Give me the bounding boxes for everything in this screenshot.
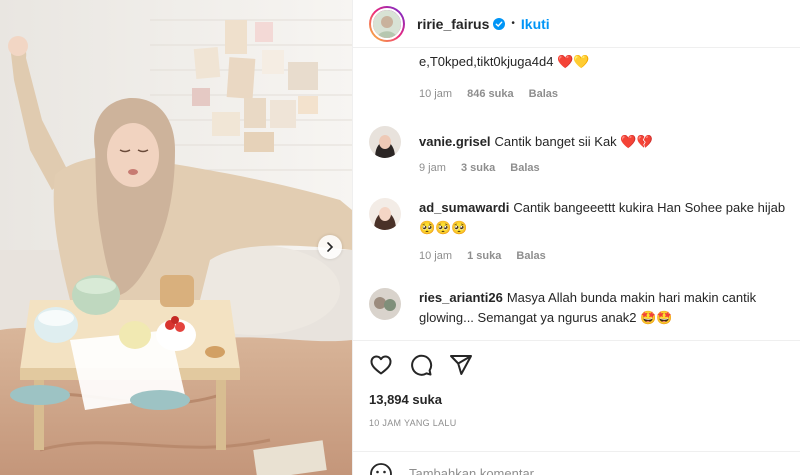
next-image-button[interactable] — [318, 235, 342, 259]
avatar-image — [369, 198, 401, 230]
comment-icon[interactable] — [409, 353, 433, 377]
post-detail-panel: ririe_fairus • Ikuti e,T0kped,tikt0kjuga… — [352, 0, 800, 475]
comment-meta: 10 jam 846 suka Balas — [419, 88, 570, 100]
comment-time[interactable]: 9 jam — [419, 162, 446, 174]
like-count[interactable]: 13,894 suka — [369, 392, 442, 407]
comment-username[interactable]: ad_sumawardi — [419, 200, 509, 215]
comment-item: ad_sumawardi Cantik bangeeettt kukira Han… — [369, 198, 789, 268]
smiley-icon[interactable] — [369, 462, 393, 475]
comment-content: Cantik banget sii Kak — [494, 134, 617, 149]
post-username[interactable]: ririe_fairus — [417, 16, 489, 32]
comment-likes[interactable]: 846 suka — [467, 88, 513, 100]
comment-avatar[interactable] — [369, 126, 401, 158]
avatar-image — [369, 126, 401, 158]
comment-content: Cantik bangeeettt kukira Han Sohee pake … — [513, 200, 786, 215]
comment-avatar[interactable] — [369, 288, 401, 320]
comment-text: ries_arianti26 Masya Allah bunda makin ha… — [419, 288, 789, 328]
follow-button[interactable]: Ikuti — [521, 16, 550, 32]
heart-icon[interactable] — [369, 353, 393, 377]
comment-emoji: 🤩🤩 — [640, 310, 673, 325]
comment-avatar[interactable] — [369, 198, 401, 230]
post-photo-illustration — [0, 0, 352, 475]
comment-text: e,T0kped,tikt0kjuga4d4 ❤️💛 — [419, 52, 789, 72]
comment-emoji: ❤️💔 — [620, 134, 653, 149]
verified-badge-icon — [493, 17, 506, 30]
reply-button[interactable]: Balas — [529, 88, 558, 100]
comment-input[interactable] — [409, 466, 729, 475]
send-icon[interactable] — [449, 353, 473, 377]
comment-time[interactable]: 10 jam — [419, 88, 452, 100]
reply-button[interactable]: Balas — [516, 250, 545, 262]
separator-dot: • — [511, 18, 515, 29]
comment-likes[interactable]: 3 suka — [461, 162, 495, 174]
comment-text: ad_sumawardi Cantik bangeeettt kukira Han… — [419, 198, 789, 238]
avatar-image — [373, 9, 401, 38]
chevron-right-icon — [327, 242, 334, 252]
comment-meta: 10 jam 1 suka Balas — [419, 250, 558, 262]
post-photo[interactable] — [0, 0, 352, 475]
post-header: ririe_fairus • Ikuti — [353, 0, 800, 48]
post-actions — [353, 340, 800, 388]
comment-username[interactable]: vanie.grisel — [419, 134, 491, 149]
comment-username[interactable]: ries_arianti26 — [419, 290, 503, 305]
comment-time[interactable]: 10 jam — [419, 250, 452, 262]
reply-button[interactable]: Balas — [510, 162, 539, 174]
comment-emoji: 🥺🥺🥺 — [419, 220, 468, 235]
comment-item: e,T0kped,tikt0kjuga4d4 ❤️💛 10 jam 846 su… — [369, 52, 789, 112]
comments-list[interactable]: e,T0kped,tikt0kjuga4d4 ❤️💛 10 jam 846 su… — [353, 48, 800, 338]
post-timestamp: 10 JAM YANG LALU — [369, 418, 457, 428]
comment-meta: 9 jam 3 suka Balas — [419, 162, 552, 174]
comment-likes[interactable]: 1 suka — [467, 250, 501, 262]
comment-content: e,T0kped,tikt0kjuga4d4 — [419, 54, 554, 69]
avatar-image — [369, 288, 401, 320]
avatar[interactable] — [369, 5, 405, 42]
comment-item: ries_arianti26 Masya Allah bunda makin ha… — [369, 288, 789, 338]
comment-text: vanie.grisel Cantik banget sii Kak ❤️💔 — [419, 132, 789, 152]
comment-item: vanie.grisel Cantik banget sii Kak ❤️💔 9 … — [369, 126, 789, 186]
comment-composer — [353, 451, 800, 475]
comment-emoji: ❤️💛 — [557, 54, 590, 69]
